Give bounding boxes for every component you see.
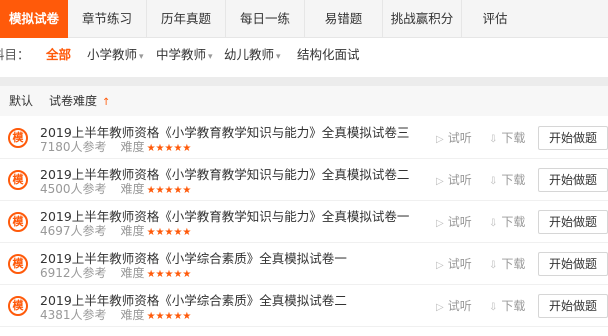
difficulty-stars-icon: ★★★★★ <box>146 269 192 280</box>
participant-count: 4381人参考 <box>40 308 107 322</box>
subject-structured-interview[interactable]: 结构化面试 <box>297 38 360 72</box>
list-item: 模 2019上半年教师资格《小学综合素质》全真模拟试卷二 4381人参考 难度 ★★… <box>0 285 608 327</box>
download-icon: ⇩ <box>489 260 498 271</box>
download-label: 下载 <box>501 131 526 145</box>
sort-bar: 默认 试卷难度 ↑ <box>0 86 608 116</box>
subject-preschool-teacher[interactable]: 幼儿教师 ▾ <box>224 38 281 74</box>
sort-difficulty[interactable]: 试卷难度 ↑ <box>49 86 110 118</box>
subject-all[interactable]: 全部 <box>46 38 71 72</box>
play-icon: ▷ <box>436 260 444 271</box>
download-label: 下载 <box>501 173 526 187</box>
chevron-down-icon: ▾ <box>208 52 213 62</box>
category-tabs: 模拟试卷 章节练习 历年真题 每日一练 易错题 挑战赢积分 评估 <box>0 0 608 38</box>
download-icon: ⇩ <box>489 218 498 229</box>
download-button[interactable]: ⇩ 下载 <box>489 297 525 314</box>
subject-middle-teacher-label: 中学教师 <box>156 47 207 62</box>
mock-badge-icon: 模 <box>8 296 28 316</box>
difficulty-label: 难度 <box>120 224 145 238</box>
start-practice-button[interactable]: 开始做题 <box>538 126 608 150</box>
listen-button[interactable]: ▷ 试听 <box>436 213 472 230</box>
chevron-down-icon: ▾ <box>276 52 281 62</box>
difficulty-label: 难度 <box>120 308 145 322</box>
play-icon: ▷ <box>436 176 444 187</box>
tab-challenge-points[interactable]: 挑战赢积分 <box>383 0 462 38</box>
listen-button[interactable]: ▷ 试听 <box>436 255 472 272</box>
subject-middle-teacher[interactable]: 中学教师 ▾ <box>156 38 213 74</box>
participant-count: 7180人参考 <box>40 140 107 154</box>
play-icon: ▷ <box>436 218 444 229</box>
sort-difficulty-label: 试卷难度 <box>49 94 98 108</box>
paper-meta: 6912人参考 难度 ★★★★★ <box>40 264 191 281</box>
difficulty-stars-icon: ★★★★★ <box>146 143 192 154</box>
list-item: 模 2019上半年教师资格《小学教育教学知识与能力》全真模拟试卷三 7180人参… <box>0 117 608 159</box>
download-button[interactable]: ⇩ 下载 <box>489 255 525 272</box>
difficulty-label: 难度 <box>120 182 145 196</box>
download-label: 下载 <box>501 215 526 229</box>
difficulty-label: 难度 <box>120 140 145 154</box>
difficulty-stars-icon: ★★★★★ <box>146 185 192 196</box>
difficulty-stars-icon: ★★★★★ <box>146 227 192 238</box>
mock-badge-icon: 模 <box>8 254 28 274</box>
listen-label: 试听 <box>447 173 472 187</box>
paper-meta: 4697人参考 难度 ★★★★★ <box>40 222 191 239</box>
subject-filter-label: 科目： <box>0 47 30 62</box>
subject-primary-teacher[interactable]: 小学教师 ▾ <box>87 38 144 74</box>
download-icon: ⇩ <box>489 176 498 187</box>
tab-past-exams[interactable]: 历年真题 <box>147 0 226 38</box>
paper-meta: 4381人参考 难度 ★★★★★ <box>40 306 191 323</box>
list-item: 模 2019上半年教师资格《小学教育教学知识与能力》全真模拟试卷一 4697人参… <box>0 201 608 243</box>
tab-error-prone[interactable]: 易错题 <box>305 0 383 38</box>
difficulty-label: 难度 <box>120 266 145 280</box>
subject-primary-teacher-label: 小学教师 <box>87 47 138 62</box>
subject-preschool-teacher-label: 幼儿教师 <box>224 47 275 62</box>
listen-label: 试听 <box>447 257 472 271</box>
download-icon: ⇩ <box>489 302 498 313</box>
start-practice-button[interactable]: 开始做题 <box>538 168 608 192</box>
listen-button[interactable]: ▷ 试听 <box>436 129 472 146</box>
difficulty-stars-icon: ★★★★★ <box>146 311 192 322</box>
download-label: 下载 <box>501 299 526 313</box>
play-icon: ▷ <box>436 134 444 145</box>
listen-label: 试听 <box>447 299 472 313</box>
play-icon: ▷ <box>436 302 444 313</box>
tab-chapter-practice[interactable]: 章节练习 <box>68 0 147 38</box>
sort-default[interactable]: 默认 <box>9 86 33 116</box>
chevron-down-icon: ▾ <box>139 52 144 62</box>
participant-count: 4697人参考 <box>40 224 107 238</box>
start-practice-button[interactable]: 开始做题 <box>538 252 608 276</box>
download-icon: ⇩ <box>489 134 498 145</box>
subject-filter: 科目： 全部 小学教师▾ 中学教师▾ 幼儿教师▾ 结构化面试 <box>0 38 608 72</box>
tab-assessment[interactable]: 评估 <box>462 0 528 38</box>
sort-arrow-icon: ↑ <box>102 97 111 108</box>
listen-button[interactable]: ▷ 试听 <box>436 297 472 314</box>
participant-count: 4500人参考 <box>40 182 107 196</box>
paper-meta: 7180人参考 难度 ★★★★★ <box>40 138 191 155</box>
section-divider <box>0 77 608 86</box>
participant-count: 6912人参考 <box>40 266 107 280</box>
paper-meta: 4500人参考 难度 ★★★★★ <box>40 180 191 197</box>
list-item: 模 2019上半年教师资格《小学综合素质》全真模拟试卷一 6912人参考 难度 ★★… <box>0 243 608 285</box>
mock-badge-icon: 模 <box>8 170 28 190</box>
list-item: 模 2019上半年教师资格《小学教育教学知识与能力》全真模拟试卷二 4500人参… <box>0 159 608 201</box>
tab-daily-practice[interactable]: 每日一练 <box>226 0 305 38</box>
listen-label: 试听 <box>447 131 472 145</box>
listen-label: 试听 <box>447 215 472 229</box>
start-practice-button[interactable]: 开始做题 <box>538 294 608 318</box>
tab-mock-papers[interactable]: 模拟试卷 <box>0 0 68 38</box>
download-button[interactable]: ⇩ 下载 <box>489 213 525 230</box>
mock-badge-icon: 模 <box>8 212 28 232</box>
download-label: 下载 <box>501 257 526 271</box>
start-practice-button[interactable]: 开始做题 <box>538 210 608 234</box>
download-button[interactable]: ⇩ 下载 <box>489 129 525 146</box>
mock-badge-icon: 模 <box>8 128 28 148</box>
listen-button[interactable]: ▷ 试听 <box>436 171 472 188</box>
download-button[interactable]: ⇩ 下载 <box>489 171 525 188</box>
